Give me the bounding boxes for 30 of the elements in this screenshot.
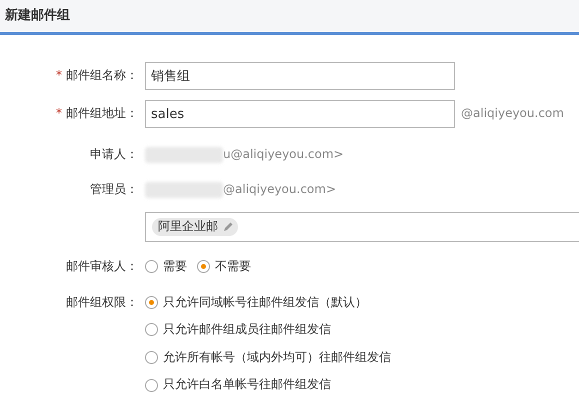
- field-label: 邮件审核人：: [66, 259, 138, 273]
- option-label: 只允许白名单帐号往邮件组发信: [163, 377, 331, 393]
- option-label: 只允许同域帐号往邮件组发信（默认）: [163, 294, 367, 310]
- text-field[interactable]: sales: [145, 100, 455, 128]
- required-mark: *: [56, 106, 62, 120]
- pencil-icon[interactable]: [222, 221, 234, 233]
- radio-button[interactable]: [145, 378, 158, 392]
- required-mark: *: [56, 68, 62, 82]
- field-label: 申请人：: [90, 147, 138, 162]
- applicant-email: u@aliqiyeyou.com>: [223, 147, 344, 163]
- radio-button[interactable]: [145, 351, 158, 364]
- option-label: 只允许邮件组成员往邮件组发信: [163, 322, 331, 338]
- admin-email: @aliqiyeyou.com>: [223, 182, 336, 198]
- admin-tag[interactable]: 阿里企业邮: [152, 218, 238, 236]
- field-label: 邮件组地址：: [66, 106, 138, 120]
- tag-label: 阿里企业邮: [158, 219, 218, 235]
- field-label: 邮件组名称：: [66, 68, 138, 82]
- radio-button[interactable]: [145, 260, 158, 274]
- text-field[interactable]: 销售组: [145, 62, 455, 90]
- domain-suffix: @aliqiyeyou.com: [461, 106, 564, 122]
- option-label: 需要: [163, 259, 187, 275]
- field-label: 管理员：: [90, 182, 138, 196]
- field-label: 邮件组权限：: [66, 294, 138, 309]
- option-label: 不需要: [215, 259, 251, 275]
- radio-button[interactable]: [145, 296, 158, 309]
- option-label: 允许所有帐号（域内外均可）往邮件组发信: [163, 350, 391, 366]
- radio-button[interactable]: [197, 260, 210, 274]
- radio-button[interactable]: [145, 323, 158, 336]
- admin-input[interactable]: 阿里企业邮: [145, 212, 579, 242]
- page-title: 新建邮件组: [5, 8, 70, 24]
